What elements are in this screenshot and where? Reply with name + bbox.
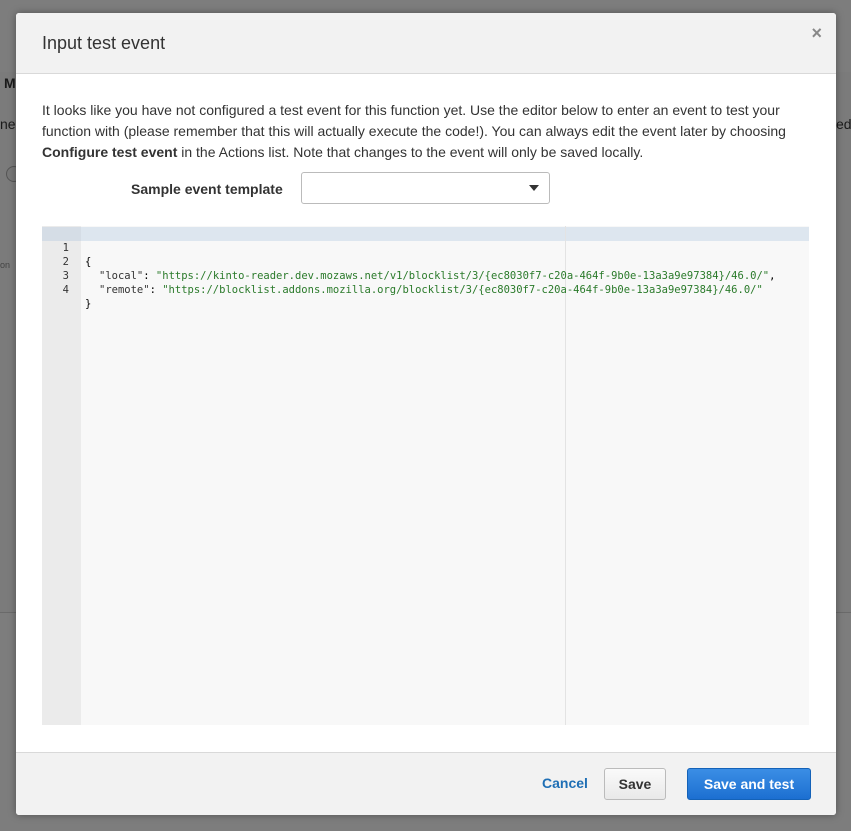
configure-test-event-text: Configure test event <box>42 144 178 160</box>
line-code: { <box>85 256 92 268</box>
background-text-fragment: edi <box>836 116 851 132</box>
sample-event-template-select[interactable] <box>301 172 550 204</box>
input-test-event-dialog: Input test event × It looks like you hav… <box>16 13 836 815</box>
json-key: "local" <box>99 270 144 282</box>
editor-line: 4 } <box>42 269 92 310</box>
line-code: } <box>85 298 92 310</box>
json-separator: : <box>143 270 156 282</box>
intro-text-part2: in the Actions list. Note that changes t… <box>177 144 644 160</box>
line-code: "local": "https://kinto-reader.dev.mozaw… <box>99 269 775 283</box>
line-code: "remote": "https://blocklist.addons.mozi… <box>99 283 763 297</box>
dialog-footer: Cancel Save Save and test <box>16 752 836 815</box>
intro-text-part1: It looks like you have not configured a … <box>42 102 786 139</box>
code-editor[interactable]: 1 { 2 "local": "https://kinto-reader.dev… <box>42 226 809 725</box>
cancel-button[interactable]: Cancel <box>542 775 588 791</box>
editor-line: 1 { <box>42 227 92 268</box>
print-margin <box>565 226 566 725</box>
json-key: "remote" <box>99 284 150 296</box>
dialog-header: Input test event × <box>16 13 836 74</box>
dialog-title: Input test event <box>42 33 166 53</box>
json-string-value: "https://kinto-reader.dev.mozaws.net/v1/… <box>155 270 770 282</box>
save-and-test-button[interactable]: Save and test <box>687 768 811 800</box>
caret-down-icon <box>529 185 539 191</box>
sample-event-template-label: Sample event template <box>131 181 283 197</box>
editor-line: 3 "remote": "https://blocklist.addons.mo… <box>42 255 763 296</box>
json-separator: : <box>149 284 163 296</box>
background-text-fragment: on <box>0 260 11 270</box>
background-text-fragment: M <box>4 75 16 91</box>
json-string-value: "https://blocklist.addons.mozilla.org/bl… <box>162 284 763 296</box>
active-line-highlight <box>42 227 809 241</box>
json-comma: , <box>769 270 776 282</box>
close-icon[interactable]: × <box>811 23 822 44</box>
background-text-fragment: ne <box>0 116 16 132</box>
save-button[interactable]: Save <box>604 768 666 800</box>
editor-line: 2 "local": "https://kinto-reader.dev.moz… <box>42 241 776 282</box>
intro-text: It looks like you have not configured a … <box>42 100 812 163</box>
line-number: 4 <box>62 284 69 296</box>
